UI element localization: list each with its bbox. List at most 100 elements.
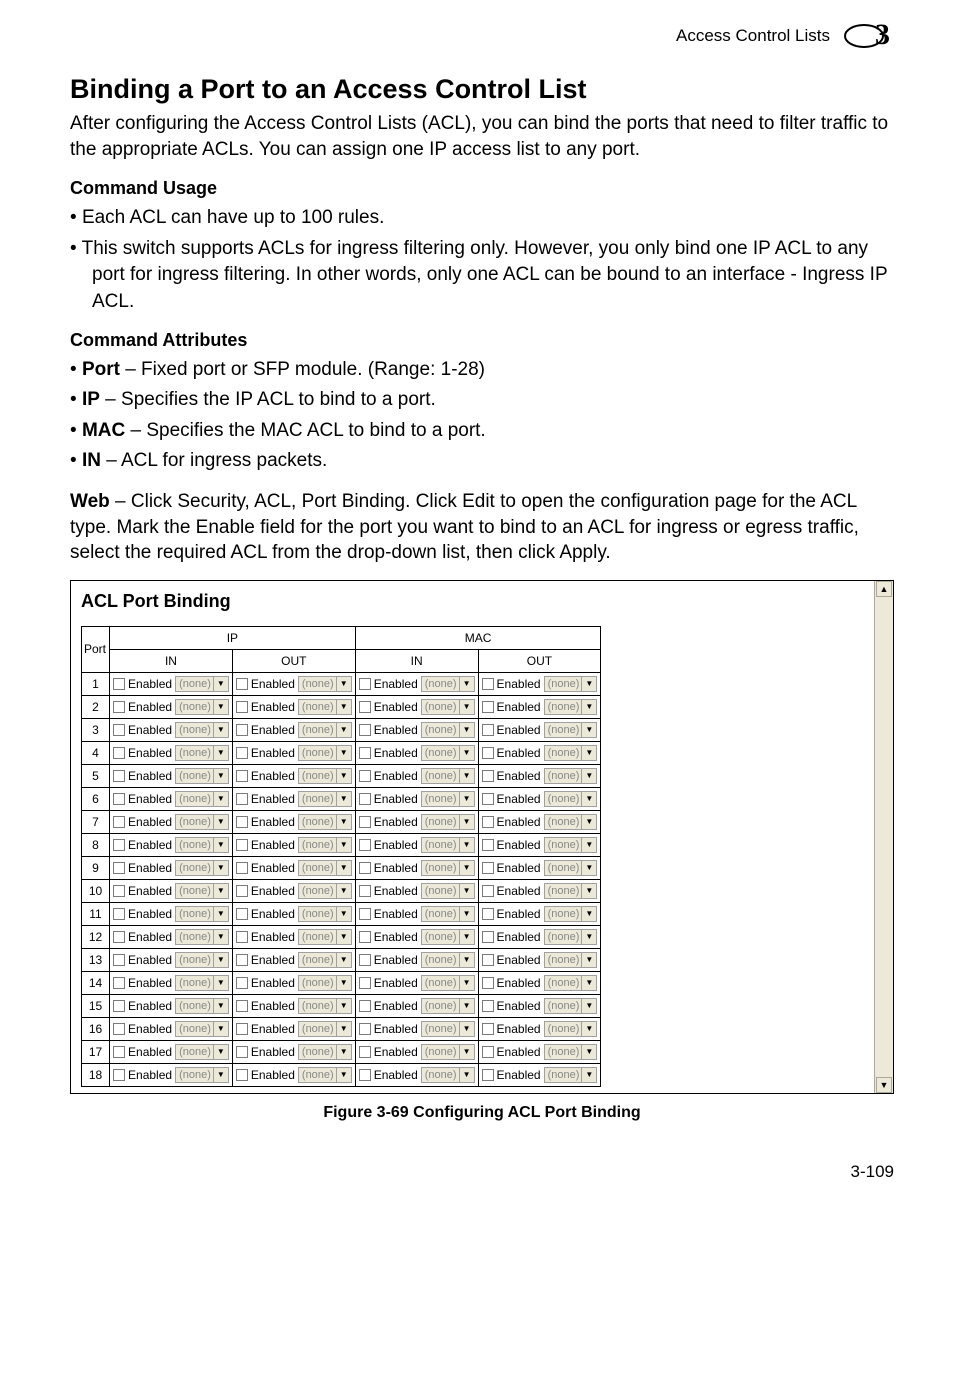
enabled-checkbox[interactable] <box>359 839 371 851</box>
acl-select[interactable]: (none)▼ <box>421 745 475 761</box>
acl-select[interactable]: (none)▼ <box>544 699 598 715</box>
enabled-checkbox[interactable] <box>113 885 125 897</box>
acl-select[interactable]: (none)▼ <box>175 791 229 807</box>
acl-select[interactable]: (none)▼ <box>421 883 475 899</box>
enabled-checkbox[interactable] <box>482 724 494 736</box>
enabled-checkbox[interactable] <box>236 1023 248 1035</box>
enabled-checkbox[interactable] <box>113 724 125 736</box>
enabled-checkbox[interactable] <box>482 954 494 966</box>
acl-select[interactable]: (none)▼ <box>544 975 598 991</box>
enabled-checkbox[interactable] <box>359 1069 371 1081</box>
enabled-checkbox[interactable] <box>236 1069 248 1081</box>
acl-select[interactable]: (none)▼ <box>298 1044 352 1060</box>
acl-select[interactable]: (none)▼ <box>175 998 229 1014</box>
acl-select[interactable]: (none)▼ <box>298 745 352 761</box>
enabled-checkbox[interactable] <box>482 701 494 713</box>
acl-select[interactable]: (none)▼ <box>421 860 475 876</box>
enabled-checkbox[interactable] <box>113 678 125 690</box>
acl-select[interactable]: (none)▼ <box>175 883 229 899</box>
enabled-checkbox[interactable] <box>236 862 248 874</box>
enabled-checkbox[interactable] <box>113 1069 125 1081</box>
enabled-checkbox[interactable] <box>236 908 248 920</box>
enabled-checkbox[interactable] <box>482 931 494 943</box>
enabled-checkbox[interactable] <box>482 793 494 805</box>
acl-select[interactable]: (none)▼ <box>298 860 352 876</box>
acl-select[interactable]: (none)▼ <box>421 837 475 853</box>
enabled-checkbox[interactable] <box>236 931 248 943</box>
acl-select[interactable]: (none)▼ <box>544 676 598 692</box>
acl-select[interactable]: (none)▼ <box>544 1067 598 1083</box>
acl-select[interactable]: (none)▼ <box>544 745 598 761</box>
enabled-checkbox[interactable] <box>482 839 494 851</box>
acl-select[interactable]: (none)▼ <box>421 791 475 807</box>
enabled-checkbox[interactable] <box>236 977 248 989</box>
scroll-up-icon[interactable]: ▲ <box>876 581 892 597</box>
enabled-checkbox[interactable] <box>482 678 494 690</box>
acl-select[interactable]: (none)▼ <box>298 699 352 715</box>
enabled-checkbox[interactable] <box>236 839 248 851</box>
enabled-checkbox[interactable] <box>113 1000 125 1012</box>
acl-select[interactable]: (none)▼ <box>544 998 598 1014</box>
acl-select[interactable]: (none)▼ <box>298 814 352 830</box>
enabled-checkbox[interactable] <box>359 724 371 736</box>
acl-select[interactable]: (none)▼ <box>544 1021 598 1037</box>
acl-select[interactable]: (none)▼ <box>175 814 229 830</box>
acl-select[interactable]: (none)▼ <box>421 929 475 945</box>
enabled-checkbox[interactable] <box>236 747 248 759</box>
acl-select[interactable]: (none)▼ <box>298 975 352 991</box>
enabled-checkbox[interactable] <box>113 747 125 759</box>
acl-select[interactable]: (none)▼ <box>175 952 229 968</box>
acl-select[interactable]: (none)▼ <box>421 768 475 784</box>
enabled-checkbox[interactable] <box>236 724 248 736</box>
acl-select[interactable]: (none)▼ <box>175 929 229 945</box>
acl-select[interactable]: (none)▼ <box>421 1021 475 1037</box>
acl-select[interactable]: (none)▼ <box>175 975 229 991</box>
enabled-checkbox[interactable] <box>482 1046 494 1058</box>
enabled-checkbox[interactable] <box>359 816 371 828</box>
acl-select[interactable]: (none)▼ <box>175 745 229 761</box>
enabled-checkbox[interactable] <box>359 770 371 782</box>
acl-select[interactable]: (none)▼ <box>544 952 598 968</box>
enabled-checkbox[interactable] <box>113 977 125 989</box>
enabled-checkbox[interactable] <box>359 1046 371 1058</box>
enabled-checkbox[interactable] <box>482 908 494 920</box>
acl-select[interactable]: (none)▼ <box>175 837 229 853</box>
acl-select[interactable]: (none)▼ <box>175 676 229 692</box>
acl-select[interactable]: (none)▼ <box>175 1067 229 1083</box>
acl-select[interactable]: (none)▼ <box>544 791 598 807</box>
acl-select[interactable]: (none)▼ <box>175 906 229 922</box>
enabled-checkbox[interactable] <box>482 1069 494 1081</box>
acl-select[interactable]: (none)▼ <box>421 699 475 715</box>
enabled-checkbox[interactable] <box>359 862 371 874</box>
enabled-checkbox[interactable] <box>113 954 125 966</box>
acl-select[interactable]: (none)▼ <box>544 768 598 784</box>
enabled-checkbox[interactable] <box>482 770 494 782</box>
enabled-checkbox[interactable] <box>236 1046 248 1058</box>
acl-select[interactable]: (none)▼ <box>421 975 475 991</box>
vertical-scrollbar[interactable]: ▲ ▼ <box>874 581 893 1093</box>
acl-select[interactable]: (none)▼ <box>544 1044 598 1060</box>
acl-select[interactable]: (none)▼ <box>421 814 475 830</box>
acl-select[interactable]: (none)▼ <box>298 883 352 899</box>
acl-select[interactable]: (none)▼ <box>544 722 598 738</box>
acl-select[interactable]: (none)▼ <box>544 837 598 853</box>
enabled-checkbox[interactable] <box>113 1046 125 1058</box>
enabled-checkbox[interactable] <box>482 862 494 874</box>
acl-select[interactable]: (none)▼ <box>544 814 598 830</box>
acl-select[interactable]: (none)▼ <box>298 906 352 922</box>
acl-select[interactable]: (none)▼ <box>298 791 352 807</box>
acl-select[interactable]: (none)▼ <box>421 952 475 968</box>
enabled-checkbox[interactable] <box>482 977 494 989</box>
acl-select[interactable]: (none)▼ <box>421 722 475 738</box>
enabled-checkbox[interactable] <box>359 1000 371 1012</box>
enabled-checkbox[interactable] <box>482 885 494 897</box>
enabled-checkbox[interactable] <box>236 954 248 966</box>
acl-select[interactable]: (none)▼ <box>298 676 352 692</box>
enabled-checkbox[interactable] <box>113 701 125 713</box>
enabled-checkbox[interactable] <box>113 1023 125 1035</box>
acl-select[interactable]: (none)▼ <box>298 1021 352 1037</box>
acl-select[interactable]: (none)▼ <box>421 676 475 692</box>
enabled-checkbox[interactable] <box>359 954 371 966</box>
enabled-checkbox[interactable] <box>359 885 371 897</box>
acl-select[interactable]: (none)▼ <box>544 860 598 876</box>
